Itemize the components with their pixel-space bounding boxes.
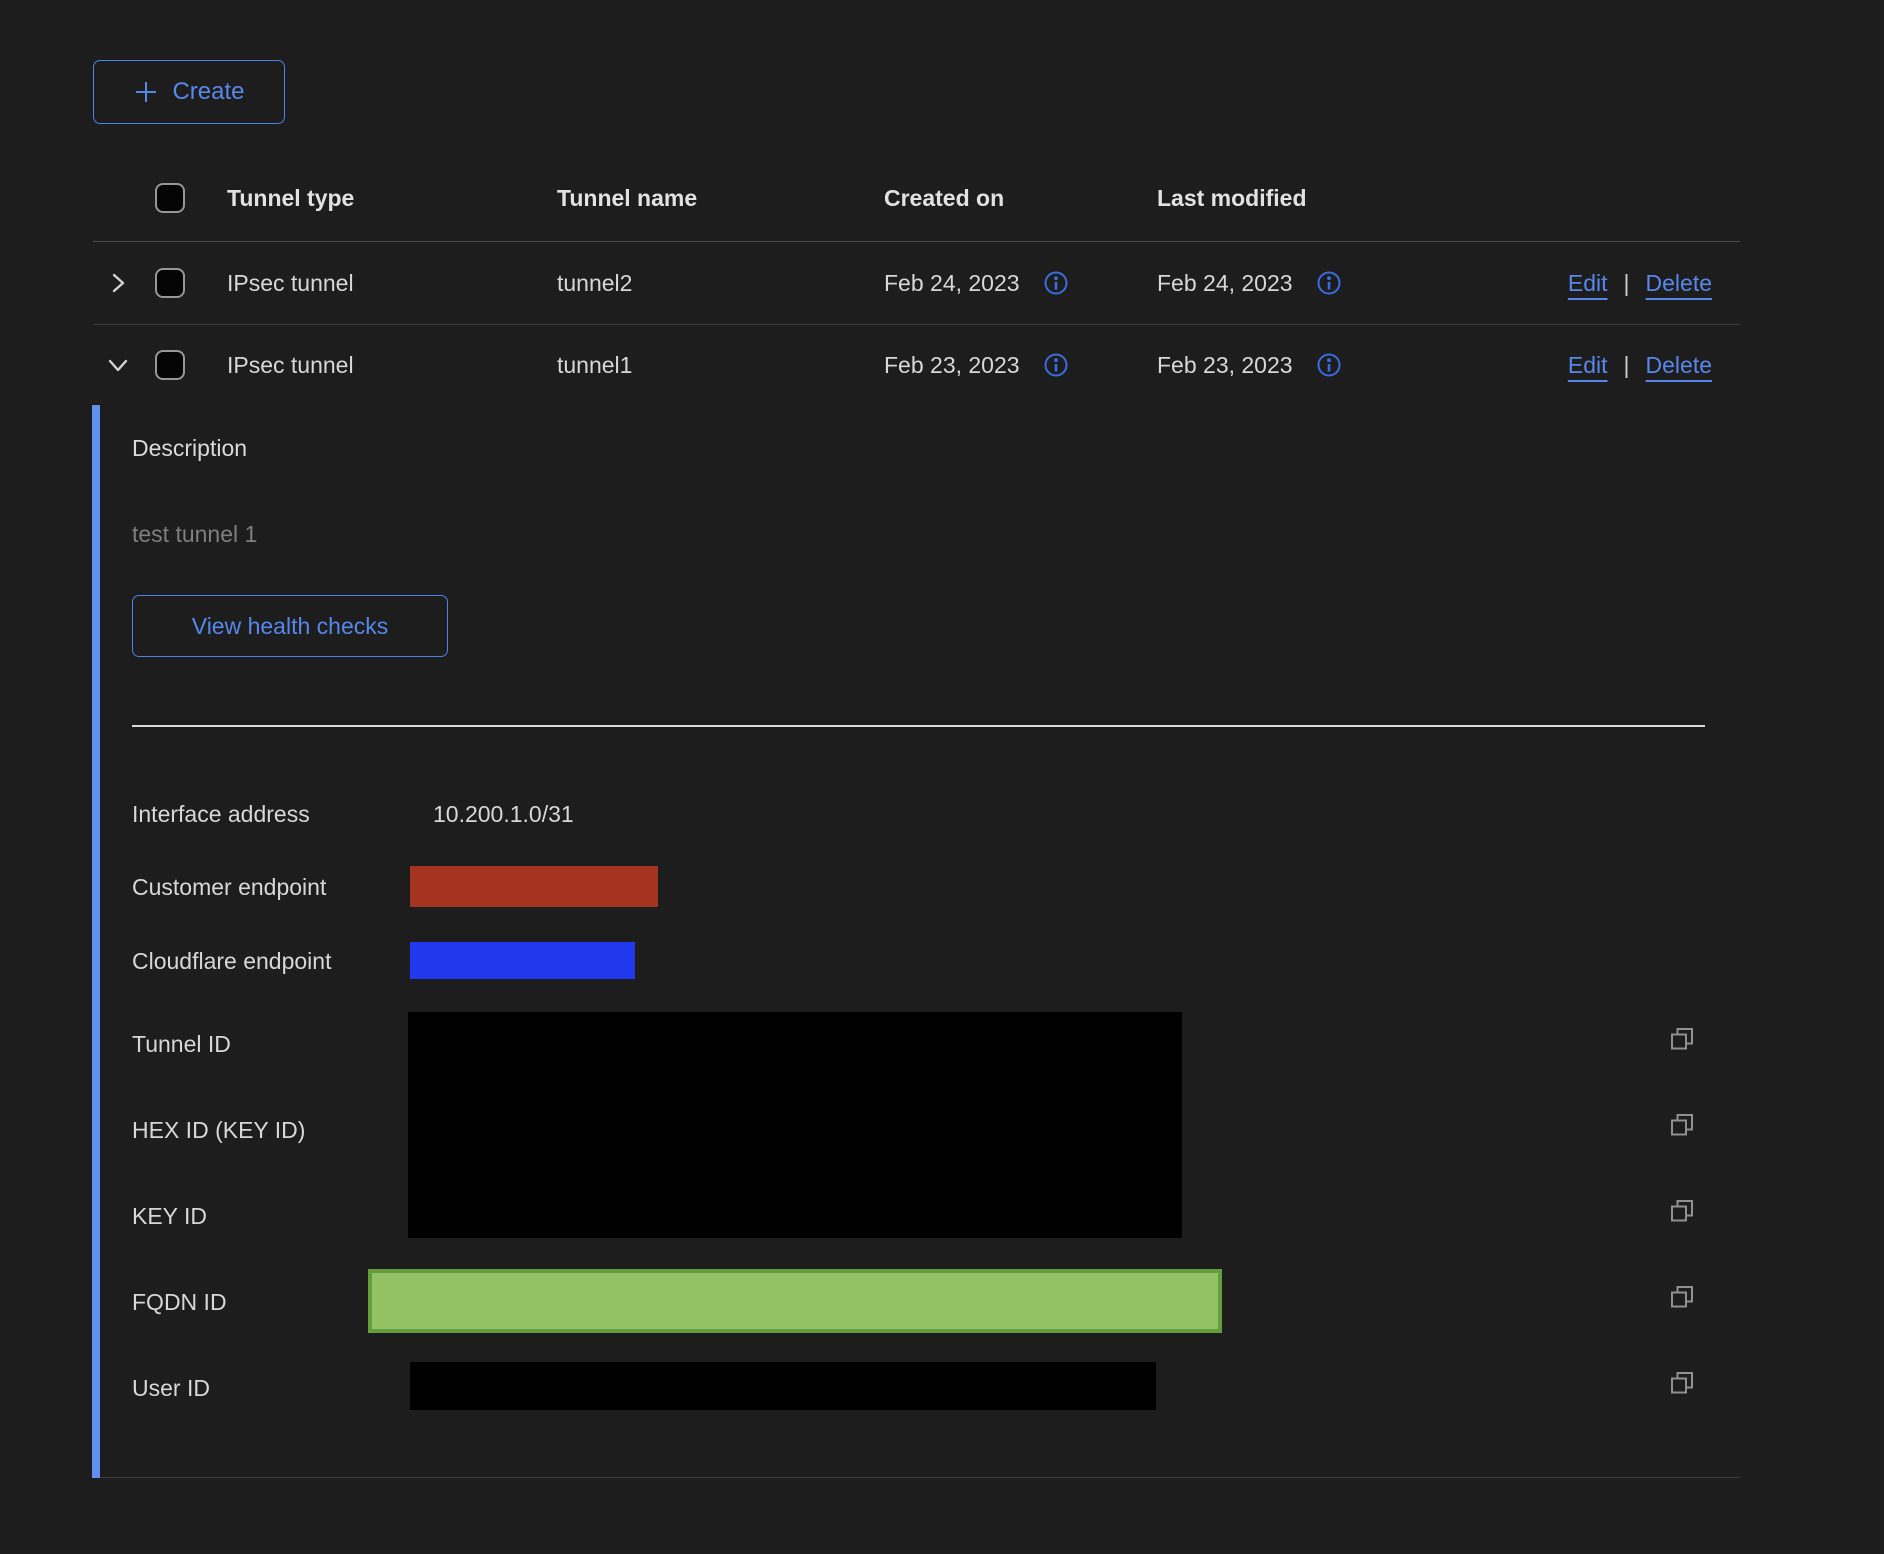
tunnels-table: Tunnel type Tunnel name Created on Last … (93, 155, 1740, 405)
tunnel-name-cell: tunnel1 (557, 352, 884, 379)
interface-address-label: Interface address (132, 801, 310, 828)
copy-fqdn-id-icon[interactable] (1668, 1283, 1696, 1311)
info-icon[interactable] (1315, 351, 1343, 379)
edit-link[interactable]: Edit (1568, 270, 1608, 297)
hex-id-label: HEX ID (KEY ID) (132, 1117, 305, 1144)
column-header-tunnel-type: Tunnel type (227, 185, 557, 212)
column-header-last-modified: Last modified (1157, 185, 1529, 212)
interface-address-value: 10.200.1.0/31 (433, 801, 574, 828)
chevron-down-icon[interactable] (103, 350, 133, 380)
ids-redaction (408, 1012, 1182, 1238)
create-button-label: Create (172, 78, 244, 106)
created-on-cell: Feb 23, 2023 (884, 352, 1020, 379)
user-id-label: User ID (132, 1375, 210, 1402)
info-icon[interactable] (1042, 351, 1070, 379)
info-icon[interactable] (1042, 269, 1070, 297)
column-header-tunnel-name: Tunnel name (557, 185, 884, 212)
table-row: IPsec tunnel tunnel1 Feb 23, 2023 Feb 23… (93, 325, 1740, 405)
last-modified-cell: Feb 23, 2023 (1157, 352, 1293, 379)
created-on-cell: Feb 24, 2023 (884, 270, 1020, 297)
customer-endpoint-label: Customer endpoint (132, 874, 326, 901)
user-id-redaction (410, 1362, 1156, 1410)
row-checkbox[interactable] (155, 268, 185, 298)
edit-link[interactable]: Edit (1568, 352, 1608, 379)
description-value: test tunnel 1 (132, 521, 257, 548)
plus-icon (133, 79, 159, 105)
cloudflare-endpoint-redaction (410, 942, 635, 979)
description-label: Description (132, 435, 247, 462)
delete-link[interactable]: Delete (1646, 270, 1712, 297)
action-separator: | (1624, 270, 1630, 297)
info-icon[interactable] (1315, 269, 1343, 297)
tunnel-id-label: Tunnel ID (132, 1031, 231, 1058)
copy-user-id-icon[interactable] (1668, 1369, 1696, 1397)
select-all-checkbox[interactable] (155, 183, 185, 213)
tunnel-name-cell: tunnel2 (557, 270, 884, 297)
panel-divider (132, 725, 1705, 727)
action-separator: | (1624, 352, 1630, 379)
create-button[interactable]: Create (93, 60, 285, 124)
tunnel-detail-panel: Description test tunnel 1 View health ch… (92, 405, 1740, 1478)
copy-key-id-icon[interactable] (1668, 1197, 1696, 1225)
chevron-right-icon[interactable] (103, 268, 133, 298)
tunnel-type-cell: IPsec tunnel (227, 352, 557, 379)
view-health-checks-button[interactable]: View health checks (132, 595, 448, 657)
fqdn-id-redaction (368, 1269, 1222, 1333)
delete-link[interactable]: Delete (1646, 352, 1712, 379)
fqdn-id-label: FQDN ID (132, 1289, 227, 1316)
row-checkbox[interactable] (155, 350, 185, 380)
table-row: IPsec tunnel tunnel2 Feb 24, 2023 Feb 24… (93, 242, 1740, 325)
last-modified-cell: Feb 24, 2023 (1157, 270, 1293, 297)
copy-tunnel-id-icon[interactable] (1668, 1025, 1696, 1053)
table-header: Tunnel type Tunnel name Created on Last … (93, 155, 1740, 242)
panel-accent-bar (92, 405, 100, 1478)
copy-hex-id-icon[interactable] (1668, 1111, 1696, 1139)
tunnel-type-cell: IPsec tunnel (227, 270, 557, 297)
column-header-created-on: Created on (884, 185, 1157, 212)
customer-endpoint-redaction (410, 866, 658, 907)
cloudflare-endpoint-label: Cloudflare endpoint (132, 948, 331, 975)
key-id-label: KEY ID (132, 1203, 207, 1230)
